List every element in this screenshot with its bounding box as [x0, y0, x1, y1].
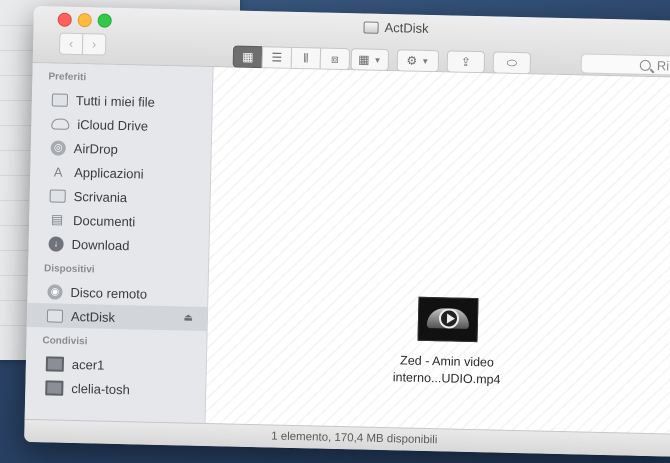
sidebar-item-label: acer1 — [71, 356, 105, 373]
search-field[interactable]: Ri — [580, 53, 670, 77]
search-placeholder: Ri — [656, 57, 670, 73]
disk-icon — [46, 308, 64, 323]
close-button[interactable] — [57, 12, 72, 27]
sidebar-item-label: Download — [71, 236, 130, 253]
sidebar-item-label: iCloud Drive — [77, 116, 149, 134]
sidebar-item-label: clelia-tosh — [71, 380, 131, 397]
sidebar-item-label: Applicazioni — [74, 164, 144, 182]
search-icon — [639, 59, 651, 71]
play-icon — [438, 308, 460, 329]
all-files-icon — [51, 92, 69, 107]
remote-disc-icon: ◉ — [47, 283, 63, 300]
window-title-label: ActDisk — [384, 19, 429, 36]
coverflow-view-button[interactable]: ⧈ — [319, 47, 351, 71]
share-button[interactable]: ⇪ — [446, 50, 486, 74]
file-item[interactable]: Zed - Amin video interno...UDIO.mp4 — [376, 296, 518, 389]
column-view-button[interactable]: ⫴ — [290, 46, 322, 70]
list-view-button[interactable]: ☰ — [261, 46, 293, 69]
desktop-folder-icon — [49, 188, 66, 203]
sidebar-item-label: AirDrop — [73, 140, 119, 157]
finder-window[interactable]: ActDisk ‹ › ▦ ☰ ⫴ ⧈ ▦ ▼ ⚙ ▼ ⇪ ⬭ Ri Prefe… — [24, 6, 670, 457]
disk-icon — [363, 20, 379, 34]
sidebar-item-label: ActDisk — [70, 308, 116, 325]
share-icon: ⇪ — [460, 54, 472, 69]
back-button[interactable]: ‹ — [58, 32, 84, 56]
arrange-icon: ▦ — [358, 52, 370, 67]
file-name-line-2: interno...UDIO.mp4 — [392, 370, 501, 387]
tag-button[interactable]: ⬭ — [492, 51, 532, 75]
action-button[interactable]: ⚙ ▼ — [396, 49, 440, 73]
view-mode-segmented-control[interactable]: ▦ ☰ ⫴ ⧈ — [232, 45, 351, 71]
arrange-button[interactable]: ▦ ▼ — [350, 48, 390, 72]
documents-icon: ▤ — [50, 211, 64, 227]
eject-icon[interactable]: ⏏ — [183, 312, 193, 323]
sidebar-item-actdisk[interactable]: ActDisk ⏏ — [26, 302, 208, 332]
forward-button[interactable]: › — [81, 33, 107, 56]
icon-view-button[interactable]: ▦ — [232, 45, 264, 69]
sidebar-item-label: Tutti i miei file — [75, 92, 156, 110]
computer-icon — [45, 379, 64, 396]
cloud-icon — [51, 117, 70, 130]
sidebar-item-label: Scrivania — [73, 188, 128, 205]
chevron-down-icon: ▼ — [421, 56, 430, 66]
sidebar-item-clelia-tosh[interactable]: clelia-tosh — [25, 375, 205, 403]
sidebar-item-download[interactable]: ↓ Download — [28, 231, 208, 259]
download-icon: ↓ — [48, 235, 64, 252]
video-thumbnail — [417, 296, 479, 343]
minimize-button[interactable] — [77, 12, 92, 28]
maximize-button[interactable] — [97, 13, 112, 28]
window-title: ActDisk — [363, 19, 429, 36]
tag-icon: ⬭ — [506, 55, 518, 70]
sidebar: Preferiti Tutti i miei file iCloud Drive… — [24, 62, 214, 424]
computer-icon — [45, 355, 65, 372]
sidebar-item-label: Disco remoto — [70, 284, 148, 302]
applications-icon: A — [53, 163, 63, 180]
gear-icon: ⚙ — [406, 53, 418, 68]
sidebar-item-label: Documenti — [72, 212, 136, 229]
airdrop-icon: ◎ — [50, 139, 66, 156]
file-browser-area[interactable]: Zed - Amin video interno...UDIO.mp4 — [205, 67, 670, 435]
chevron-down-icon: ▼ — [373, 55, 382, 65]
